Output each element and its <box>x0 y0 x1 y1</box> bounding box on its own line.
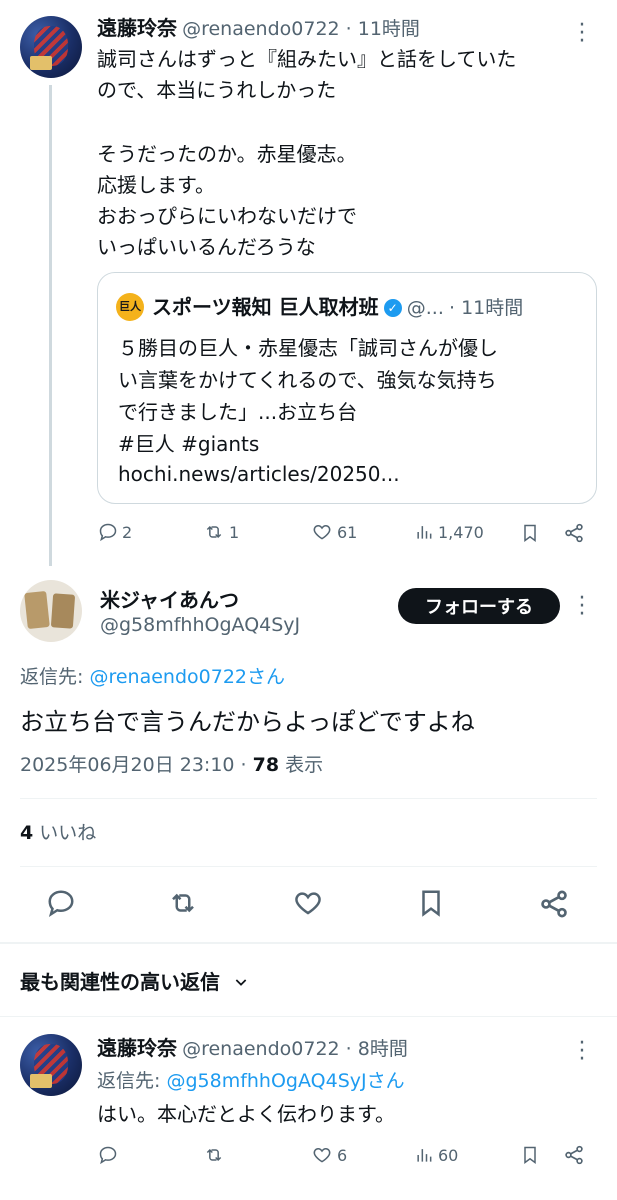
more-icon[interactable]: · · · <box>577 1033 587 1071</box>
quote-hashtags[interactable]: #巨人 #giants <box>118 429 259 460</box>
reply-to-label: 返信先: <box>20 666 90 688</box>
heart-icon <box>313 524 331 540</box>
reply-to: 返信先: @renaendo0722さん <box>20 662 285 689</box>
reply-author-meta: @renaendo0722 · 8時間 <box>182 1038 408 1060</box>
main-author-handle[interactable]: @g58mfhhOgAQ4SyJ <box>100 614 300 636</box>
heart-icon <box>295 892 321 915</box>
reply-text: はい。本心だとよく伝わります。 <box>97 1102 395 1126</box>
reply-button[interactable] <box>46 888 76 918</box>
like-count: 6 <box>337 1145 348 1165</box>
quote-header: スポーツ報知 巨人取材班 ✓ @... · 11時間 <box>152 291 523 320</box>
quote-handle: @... <box>406 297 444 319</box>
retweet-button[interactable] <box>203 1145 225 1165</box>
retweet-button[interactable]: 1 <box>203 522 239 542</box>
avatar[interactable] <box>20 580 82 642</box>
retweet-count: 1 <box>229 522 240 542</box>
reply-to: 返信先: @g58mfhhOgAQ4SyJさん <box>97 1066 405 1093</box>
quote-time: · 11時間 <box>448 297 524 319</box>
divider <box>0 942 617 944</box>
hochi-logo: 巨人 <box>116 293 144 321</box>
divider <box>0 1016 617 1017</box>
reply-to-label: 返信先: <box>97 1070 167 1092</box>
views-icon <box>417 526 432 539</box>
like-button[interactable] <box>292 888 324 918</box>
reply-button[interactable]: 2 <box>98 522 132 542</box>
views-button[interactable]: 60 <box>414 1145 458 1165</box>
share-button[interactable] <box>563 1144 585 1166</box>
retweet-icon <box>206 1148 222 1162</box>
more-icon[interactable]: · · · <box>577 588 587 626</box>
quote-tweet-card[interactable]: 巨人 スポーツ報知 巨人取材班 ✓ @... · 11時間 ５勝目の巨人・赤星優… <box>97 272 597 504</box>
tweet-text-line: 誠司さんはずっと『組みたい』と話をしていた <box>97 47 517 71</box>
sort-label: 最も関連性の高い返信 <box>20 970 220 994</box>
reply-count: 2 <box>122 522 133 542</box>
reply-to-link[interactable]: @g58mfhhOgAQ4SyJさん <box>166 1070 404 1092</box>
reply-icon <box>99 1146 117 1165</box>
quote-author-name: スポーツ報知 巨人取材班 <box>152 295 379 319</box>
tweet-text-line: いっぱいいるんだろうな <box>97 235 316 259</box>
reply-icon <box>48 890 74 918</box>
author-name[interactable]: 遠藤玲奈 <box>97 16 177 40</box>
share-icon <box>565 1145 583 1165</box>
reply-author-name[interactable]: 遠藤玲奈 <box>97 1036 177 1060</box>
like-count: 61 <box>337 522 358 542</box>
divider <box>20 798 597 799</box>
bookmark-icon <box>524 1146 536 1164</box>
like-button[interactable]: 6 <box>311 1145 347 1165</box>
retweet-icon <box>206 525 222 539</box>
reply-icon <box>99 523 117 542</box>
views-icon <box>417 1149 432 1162</box>
bookmark-button[interactable] <box>520 1144 540 1166</box>
verified-badge-icon: ✓ <box>383 299 402 317</box>
tweet-text-line: ので、本当にうれしかった <box>97 78 337 102</box>
more-icon[interactable]: · · · <box>577 15 587 53</box>
tweet-text-line: そうだったのか。赤星優志。 <box>97 142 357 166</box>
likes-label: いいね <box>33 822 97 844</box>
thread-line <box>49 85 52 566</box>
bookmark-button[interactable] <box>520 522 540 544</box>
view-label: 表示 <box>279 754 324 776</box>
views-button[interactable]: 1,470 <box>414 522 484 542</box>
quote-link[interactable]: hochi.news/articles/20250... <box>118 459 400 490</box>
share-icon <box>541 890 567 918</box>
retweet-icon <box>172 893 194 913</box>
main-tweet-text: お立ち台で言うんだからよっぽどですよね <box>20 708 475 736</box>
avatar[interactable] <box>20 16 82 78</box>
share-icon <box>565 523 583 543</box>
heart-icon <box>313 1147 331 1163</box>
reply-button[interactable] <box>98 1145 118 1165</box>
views-count: 60 <box>438 1145 459 1165</box>
author-meta: @renaendo0722 · 11時間 <box>182 18 420 40</box>
share-button[interactable] <box>563 522 585 544</box>
bookmark-icon <box>422 890 440 917</box>
tweet-date[interactable]: 2025年06月20日 23:10 · <box>20 754 253 776</box>
avatar[interactable] <box>20 1034 82 1096</box>
sort-replies-dropdown[interactable]: 最も関連性の高い返信 <box>20 966 249 995</box>
divider <box>20 866 597 867</box>
reply-to-link[interactable]: @renaendo0722さん <box>89 666 285 688</box>
chevron-down-icon <box>235 979 247 986</box>
views-count: 1,470 <box>438 522 484 542</box>
like-button[interactable]: 61 <box>311 522 357 542</box>
likes-count: 4 <box>20 822 34 844</box>
reply-header: 遠藤玲奈 @renaendo0722 · 8時間 <box>97 1032 408 1061</box>
tweet-text-line: 応援します。 <box>97 173 215 197</box>
likes-summary[interactable]: 4 いいね <box>20 818 96 845</box>
tweet-header: 遠藤玲奈 @renaendo0722 · 11時間 <box>97 12 420 41</box>
bookmark-icon <box>524 524 536 542</box>
view-count: 78 <box>252 754 280 776</box>
main-author-name[interactable]: 米ジャイあんつ <box>100 584 239 613</box>
retweet-button[interactable] <box>167 888 199 918</box>
follow-button[interactable]: フォローする <box>398 588 560 624</box>
quote-text-line: ５勝目の巨人・赤星優志「誠司さんが優し <box>118 336 498 360</box>
quote-text-line: で行きました」...お立ち台 <box>118 400 358 424</box>
bookmark-button[interactable] <box>416 887 446 919</box>
tweet-text-line: おおっぴらにいわないだけで <box>97 204 357 228</box>
quote-text-line: い言葉をかけてくれるので、強気な気持ち <box>118 368 497 392</box>
main-tweet-meta: 2025年06月20日 23:10 · 78 表示 <box>20 750 323 777</box>
share-button[interactable] <box>538 888 570 920</box>
